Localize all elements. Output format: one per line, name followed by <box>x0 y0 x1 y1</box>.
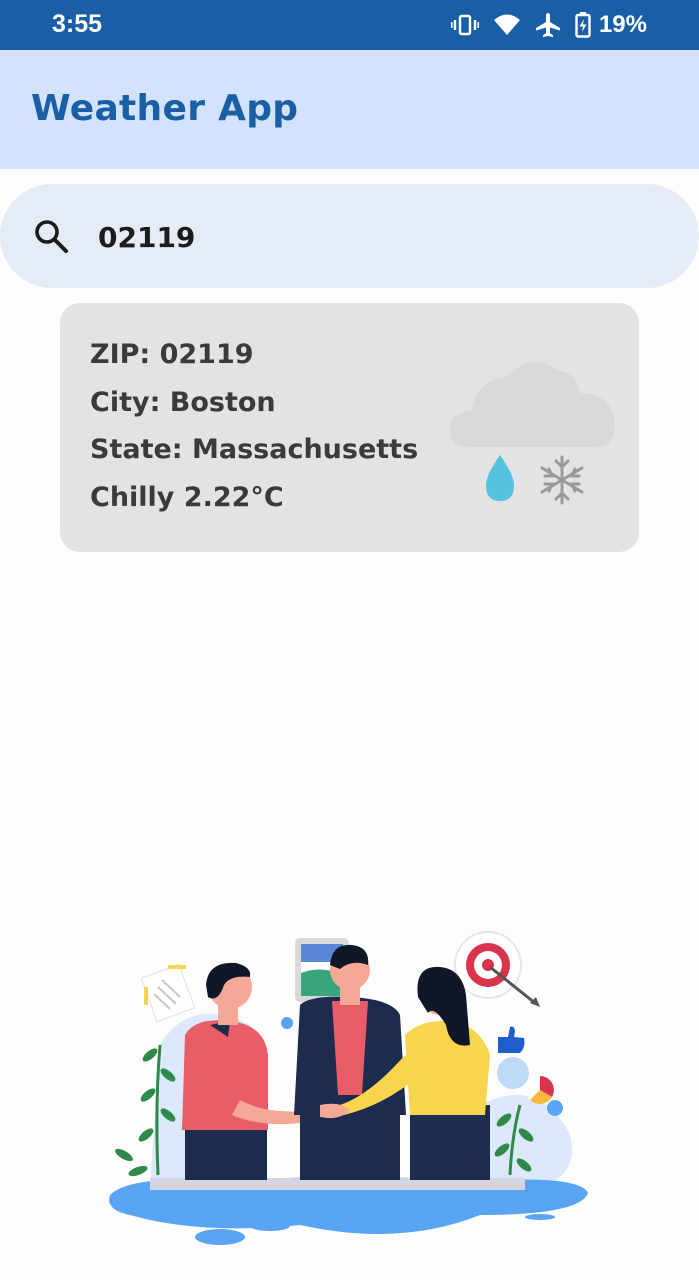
airplane-icon <box>535 13 560 37</box>
state-label: State: Massachusetts <box>90 434 419 465</box>
status-bar: 3:55 19% <box>0 0 699 50</box>
zip-label: ZIP: 02119 <box>90 339 254 370</box>
condition-label: Chilly 2.22°C <box>90 482 284 513</box>
vibrate-icon <box>450 14 479 36</box>
status-time: 3:55 <box>52 10 103 38</box>
city-label: City: Boston <box>90 387 276 418</box>
search-icon[interactable] <box>33 218 69 254</box>
battery-charging-icon <box>575 12 591 38</box>
wifi-icon <box>493 14 520 35</box>
search-input[interactable] <box>96 212 660 262</box>
team-illustration <box>109 931 588 1245</box>
status-icons: 19% <box>450 10 647 40</box>
app-bar: Weather App <box>0 50 699 169</box>
cloud-rain-snow-icon <box>450 362 615 505</box>
search-bar[interactable] <box>0 184 699 288</box>
battery-percent: 19% <box>598 11 647 38</box>
weather-card: ZIP: 02119 City: Boston State: Massachus… <box>60 303 639 552</box>
app-title: Weather App <box>31 88 299 129</box>
